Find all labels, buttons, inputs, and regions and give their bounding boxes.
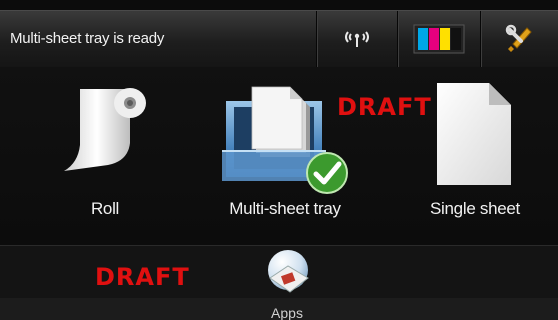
paper-roll-icon (64, 88, 146, 171)
apps-icon (268, 250, 309, 293)
status-bar: Multi-sheet tray is ready (0, 10, 558, 68)
ink-levels-button[interactable] (398, 11, 480, 67)
apps-button[interactable]: Apps (257, 246, 317, 320)
wrench-screwdriver-icon (505, 24, 532, 52)
wireless-icon (345, 31, 369, 47)
single-sheet-icon (437, 83, 511, 185)
apps-label: Apps (271, 305, 303, 320)
media-label-single-sheet: Single sheet (430, 199, 520, 218)
selected-check-icon (306, 152, 348, 194)
media-option-roll[interactable]: Roll (30, 67, 180, 245)
apps-bar: DRAFT Apps (0, 245, 558, 320)
status-message: Multi-sheet tray is ready (10, 30, 165, 47)
draft-watermark: DRAFT (95, 263, 190, 291)
wireless-button[interactable] (317, 11, 397, 67)
draft-watermark: DRAFT (337, 93, 432, 121)
settings-button[interactable] (481, 11, 558, 67)
media-label-multi-sheet-tray: Multi-sheet tray (229, 199, 341, 218)
media-selection-area: Roll Multi-sheet tray Single sheet DRAFT (0, 67, 558, 245)
printer-control-panel: Multi-sheet tray is ready Roll Multi-she… (0, 0, 558, 320)
ink-cartridges-icon (413, 24, 465, 54)
media-label-roll: Roll (90, 199, 120, 218)
